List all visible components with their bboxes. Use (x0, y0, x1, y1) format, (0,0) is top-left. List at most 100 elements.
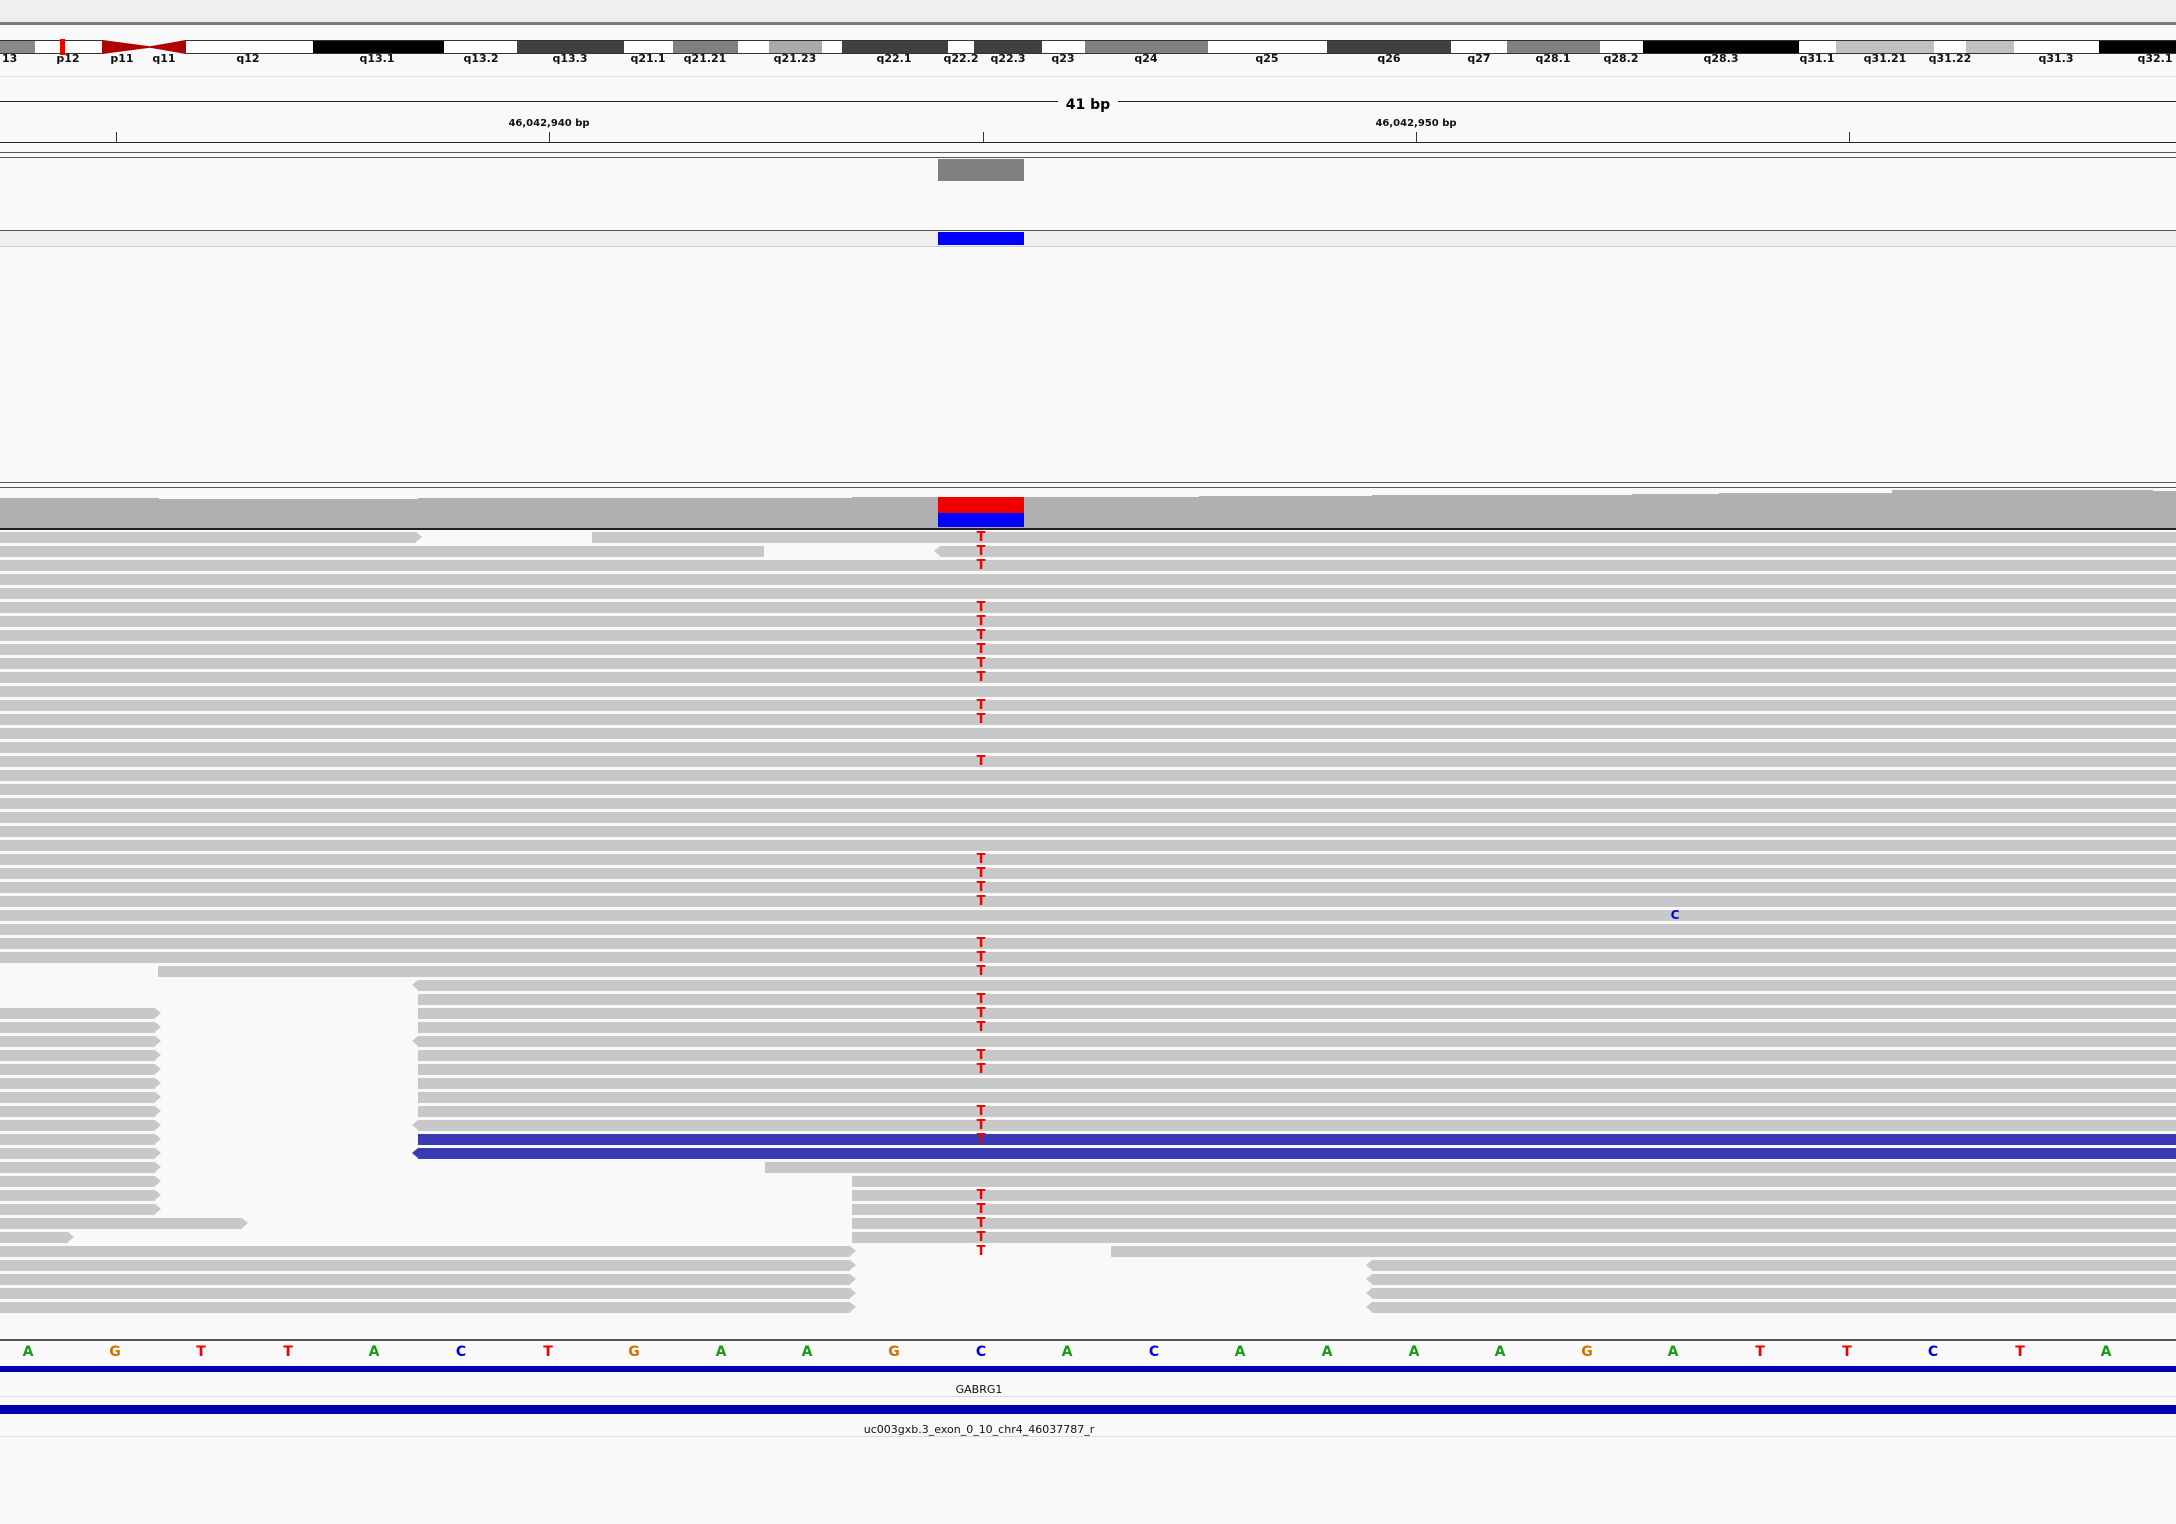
aligned-read[interactable] (852, 1218, 2176, 1229)
coverage-bar[interactable] (245, 499, 333, 528)
aligned-read[interactable] (0, 1036, 155, 1047)
aligned-read[interactable] (0, 560, 2176, 571)
coverage-bar[interactable] (332, 499, 420, 528)
aligned-read[interactable] (0, 644, 2176, 655)
aligned-read[interactable] (852, 1176, 2176, 1187)
aligned-read[interactable] (0, 1092, 155, 1103)
aligned-read[interactable] (0, 546, 764, 557)
aligned-read[interactable] (418, 1050, 2176, 1061)
chromosome-ideogram[interactable] (0, 40, 2176, 54)
aligned-read[interactable] (418, 1078, 2176, 1089)
aligned-read[interactable] (0, 868, 2176, 879)
coverage-bar[interactable] (505, 498, 593, 528)
aligned-read[interactable] (0, 812, 2176, 823)
aligned-read[interactable] (0, 1050, 155, 1061)
aligned-read[interactable] (0, 672, 2176, 683)
aligned-read[interactable] (1372, 1302, 2176, 1313)
aligned-read[interactable] (0, 1260, 850, 1271)
aligned-read[interactable] (0, 770, 2176, 781)
aligned-read[interactable] (0, 924, 2176, 935)
coverage-bar[interactable] (158, 499, 246, 528)
ideogram-band[interactable] (1966, 40, 2014, 54)
aligned-read[interactable] (0, 826, 2176, 837)
aligned-read[interactable] (418, 1106, 2176, 1117)
aligned-read[interactable] (418, 1008, 2176, 1019)
aligned-read[interactable] (418, 1120, 2176, 1131)
aligned-read[interactable] (0, 896, 2176, 907)
aligned-read[interactable] (0, 588, 2176, 599)
aligned-read[interactable] (0, 1008, 155, 1019)
coverage-bar[interactable] (852, 497, 940, 528)
aligned-read[interactable] (418, 1134, 2176, 1145)
aligned-read[interactable] (0, 784, 2176, 795)
aligned-read[interactable] (0, 840, 2176, 851)
aligned-read[interactable] (0, 1162, 155, 1173)
coverage-bar[interactable] (2066, 490, 2154, 528)
variant-site-gray[interactable] (938, 159, 1024, 181)
aligned-read[interactable] (0, 1106, 155, 1117)
aligned-read[interactable] (418, 1064, 2176, 1075)
aligned-read[interactable] (0, 602, 2176, 613)
aligned-read[interactable] (0, 1064, 155, 1075)
coverage-bar[interactable] (1112, 497, 1200, 528)
aligned-read[interactable] (1372, 1288, 2176, 1299)
aligned-read[interactable] (0, 1218, 242, 1229)
aligned-read[interactable] (0, 854, 2176, 865)
aligned-read[interactable] (158, 966, 2176, 977)
coverage-bar[interactable] (1199, 496, 1287, 528)
aligned-read[interactable] (0, 882, 2176, 893)
aligned-read[interactable] (1372, 1260, 2176, 1271)
coverage-bar[interactable] (2152, 491, 2176, 528)
aligned-read[interactable] (0, 574, 2176, 585)
coverage-bar[interactable] (1285, 496, 1373, 528)
aligned-read[interactable] (852, 1232, 2176, 1243)
aligned-read[interactable] (0, 616, 2176, 627)
coverage-bar[interactable] (418, 498, 506, 528)
coverage-bar[interactable] (1979, 490, 2067, 528)
aligned-read[interactable] (0, 756, 2176, 767)
aligned-read[interactable] (0, 1120, 155, 1131)
aligned-read[interactable] (0, 1148, 155, 1159)
aligned-read[interactable] (0, 1078, 155, 1089)
coverage-bar[interactable] (1372, 495, 1460, 528)
aligned-read[interactable] (0, 1022, 155, 1033)
transcript-bar[interactable] (0, 1405, 2176, 1414)
aligned-read[interactable] (0, 1204, 155, 1215)
aligned-read[interactable] (0, 1232, 68, 1243)
coverage-bar[interactable] (1025, 497, 1113, 528)
coverage-bar[interactable] (1632, 494, 1720, 528)
gene-bar[interactable] (0, 1366, 2176, 1372)
coverage-bar[interactable] (72, 498, 160, 528)
aligned-read[interactable] (0, 910, 2176, 921)
aligned-read[interactable] (418, 980, 2176, 991)
aligned-read[interactable] (418, 994, 2176, 1005)
aligned-read[interactable] (0, 700, 2176, 711)
aligned-read[interactable] (0, 1246, 850, 1257)
aligned-read[interactable] (1372, 1274, 2176, 1285)
aligned-read[interactable] (0, 1302, 850, 1313)
aligned-read[interactable] (0, 1134, 155, 1145)
coverage-bar[interactable] (679, 498, 767, 528)
coverage-bar[interactable] (1719, 493, 1807, 528)
aligned-read[interactable] (0, 1190, 155, 1201)
ideogram-band[interactable] (822, 40, 842, 54)
aligned-read[interactable] (418, 1036, 2176, 1047)
aligned-read[interactable] (0, 714, 2176, 725)
aligned-read[interactable] (418, 1092, 2176, 1103)
aligned-read[interactable] (0, 742, 2176, 753)
aligned-read[interactable] (765, 1162, 2176, 1173)
aligned-read[interactable] (0, 1288, 850, 1299)
coverage-allele-blue[interactable] (938, 513, 1024, 527)
variant-genotype-blue[interactable] (938, 232, 1024, 245)
aligned-read[interactable] (0, 728, 2176, 739)
aligned-read[interactable] (1111, 1246, 2176, 1257)
aligned-read[interactable] (0, 686, 2176, 697)
coverage-bar[interactable] (1459, 495, 1547, 528)
aligned-read[interactable] (0, 1274, 850, 1285)
coverage-bar[interactable] (1806, 493, 1894, 528)
coverage-bar[interactable] (765, 498, 853, 528)
aligned-read[interactable] (0, 658, 2176, 669)
coverage-bar[interactable] (1892, 490, 1980, 528)
coverage-bar[interactable] (1545, 495, 1633, 528)
aligned-read[interactable] (0, 630, 2176, 641)
